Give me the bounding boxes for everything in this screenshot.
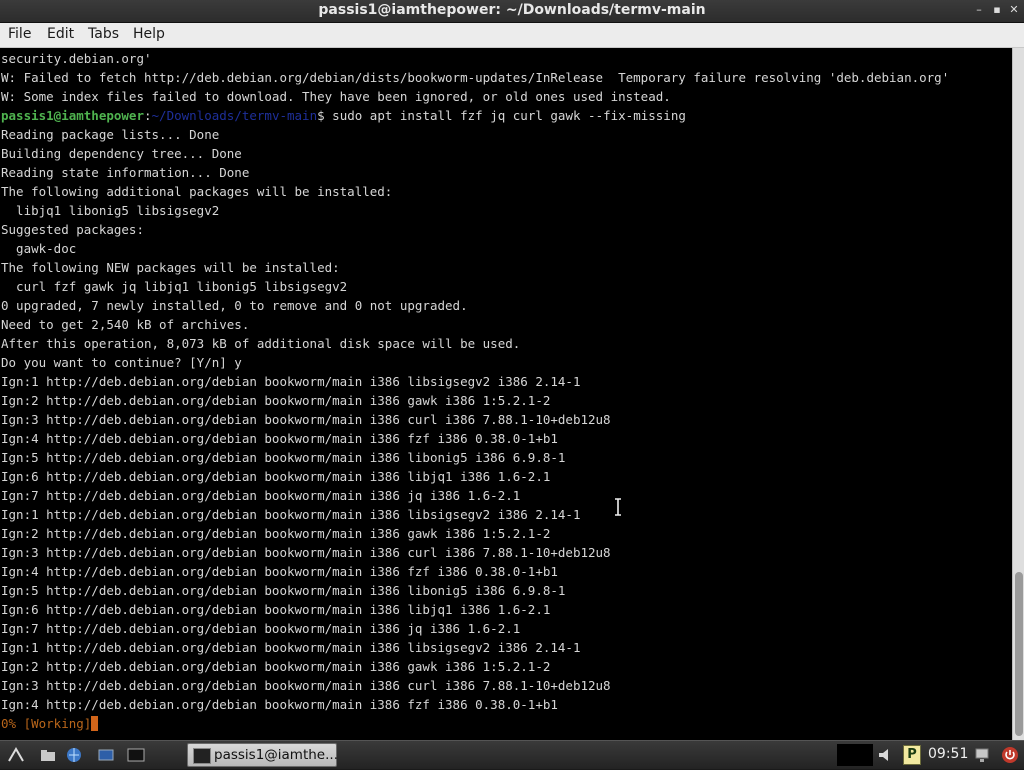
terminal-scrollbar[interactable]	[1012, 48, 1024, 740]
terminal-line: Ign:7 http://deb.debian.org/debian bookw…	[1, 488, 521, 503]
network-icon[interactable]	[972, 745, 992, 765]
prompt-user-host: passis1@iamthepower	[1, 108, 144, 123]
terminal-line: curl fzf gawk jq libjq1 libonig5 libsigs…	[1, 279, 348, 294]
window-title-bar[interactable]: passis1@iamthepower: ~/Downloads/termv-m…	[0, 0, 1024, 23]
terminal-line: Ign:6 http://deb.debian.org/debian bookw…	[1, 469, 551, 484]
terminal-window-icon	[193, 748, 211, 764]
text-cursor	[91, 716, 99, 731]
terminal-line: Ign:7 http://deb.debian.org/debian bookw…	[1, 621, 521, 636]
terminal-lines: security.debian.org' W: Failed to fetch …	[1, 49, 949, 733]
terminal-line: Reading package lists... Done	[1, 127, 220, 142]
taskbar-pager[interactable]	[837, 744, 873, 766]
window-title: passis1@iamthepower: ~/Downloads/termv-m…	[318, 2, 706, 18]
maximize-button[interactable]: ▪	[990, 3, 1004, 17]
menu-tabs[interactable]: Tabs	[88, 26, 119, 42]
terminal-icon[interactable]	[126, 745, 146, 765]
terminal-line: Ign:6 http://deb.debian.org/debian bookw…	[1, 602, 551, 617]
terminal-line: Ign:4 http://deb.debian.org/debian bookw…	[1, 697, 558, 712]
terminal-line: Need to get 2,540 kB of archives.	[1, 317, 250, 332]
terminal-line: Ign:1 http://deb.debian.org/debian bookw…	[1, 374, 581, 389]
file-manager-icon[interactable]	[38, 745, 58, 765]
working-status-line: 0% [Working]	[1, 714, 949, 733]
terminal-line: Suggested packages:	[1, 222, 144, 237]
taskbar-window-label: passis1@iamthe...	[214, 747, 338, 763]
prompt-path: ~/Downloads/termv-main	[151, 108, 318, 123]
show-desktop-icon[interactable]	[96, 745, 116, 765]
terminal-line: Ign:2 http://deb.debian.org/debian bookw…	[1, 659, 551, 674]
terminal-line: After this operation, 8,073 kB of additi…	[1, 336, 521, 351]
terminal-line: Ign:3 http://deb.debian.org/debian bookw…	[1, 545, 611, 560]
clock[interactable]: 09:51	[928, 746, 968, 762]
terminal-line: gawk-doc	[1, 241, 77, 256]
taskbar-window-terminal[interactable]: passis1@iamthe...	[187, 743, 338, 767]
terminal-line: Ign:3 http://deb.debian.org/debian bookw…	[1, 678, 611, 693]
mouse-ibeam-icon	[615, 498, 621, 516]
menu-help[interactable]: Help	[133, 26, 165, 42]
terminal-line: security.debian.org'	[1, 51, 152, 66]
terminal-line: The following NEW packages will be insta…	[1, 260, 340, 275]
terminal-line: Ign:3 http://deb.debian.org/debian bookw…	[1, 412, 611, 427]
prompt-separator: :	[144, 108, 152, 123]
start-menu-icon[interactable]	[6, 745, 26, 765]
terminal-line: Reading state information... Done	[1, 165, 250, 180]
volume-icon[interactable]	[876, 745, 896, 765]
taskbar: passis1@iamthe... P 09:51	[0, 740, 1024, 769]
working-status: 0% [Working]	[1, 716, 92, 731]
menu-edit[interactable]: Edit	[47, 26, 74, 42]
terminal-line: W: Some index files failed to download. …	[1, 89, 671, 104]
terminal-line: 0 upgraded, 7 newly installed, 0 to remo…	[1, 298, 468, 313]
terminal-line: W: Failed to fetch http://deb.debian.org…	[1, 70, 950, 85]
terminal-line: Ign:2 http://deb.debian.org/debian bookw…	[1, 526, 551, 541]
terminal-line: Ign:5 http://deb.debian.org/debian bookw…	[1, 450, 566, 465]
terminal-line: Ign:4 http://deb.debian.org/debian bookw…	[1, 564, 558, 579]
terminal-line: libjq1 libonig5 libsigsegv2	[1, 203, 220, 218]
close-button[interactable]: ✕	[1007, 3, 1021, 17]
menu-file[interactable]: File	[8, 26, 31, 42]
tray-p-icon[interactable]: P	[903, 745, 921, 765]
terminal-line: Ign:2 http://deb.debian.org/debian bookw…	[1, 393, 551, 408]
terminal-line: Do you want to continue? [Y/n] y	[1, 355, 242, 370]
minimize-button[interactable]: –	[972, 3, 986, 17]
terminal-line: Building dependency tree... Done	[1, 146, 242, 161]
prompt-dollar: $	[317, 108, 325, 123]
scrollbar-thumb[interactable]	[1015, 572, 1023, 736]
menu-bar: File Edit Tabs Help	[0, 23, 1024, 48]
power-icon[interactable]	[1000, 745, 1020, 765]
terminal-output[interactable]: security.debian.org' W: Failed to fetch …	[0, 48, 1012, 740]
terminal-line: The following additional packages will b…	[1, 184, 393, 199]
prompt-line: passis1@iamthepower:~/Downloads/termv-ma…	[1, 106, 949, 125]
prompt-command: sudo apt install fzf jq curl gawk --fix-…	[324, 108, 686, 123]
terminal-line: Ign:4 http://deb.debian.org/debian bookw…	[1, 431, 558, 446]
terminal-line: Ign:1 http://deb.debian.org/debian bookw…	[1, 640, 581, 655]
terminal-line: Ign:5 http://deb.debian.org/debian bookw…	[1, 583, 566, 598]
terminal-line: Ign:1 http://deb.debian.org/debian bookw…	[1, 507, 581, 522]
browser-icon[interactable]	[64, 745, 84, 765]
